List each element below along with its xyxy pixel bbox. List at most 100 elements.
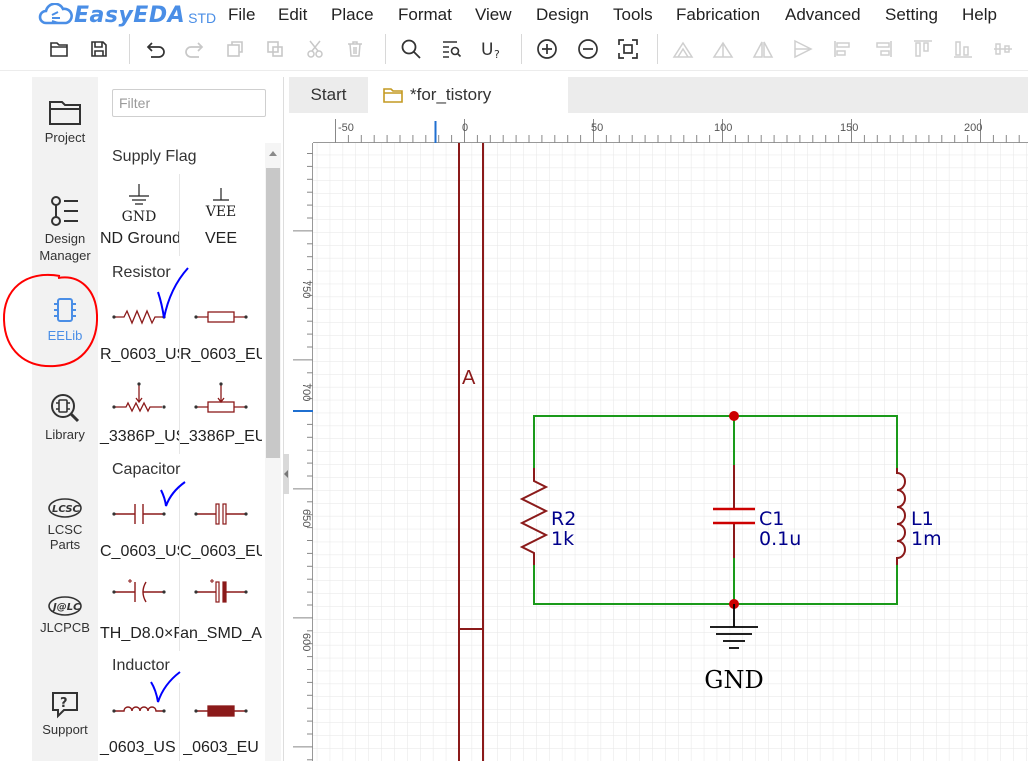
undo-icon [146,42,165,58]
align-right-button[interactable] [870,36,896,62]
copy-button[interactable] [222,36,248,62]
rotate-icon [672,41,694,58]
rail-lcsc-label-2: Parts [49,537,81,552]
menu-place[interactable]: Place [331,5,374,25]
menu-tools[interactable]: Tools [613,5,653,25]
part-pot-eu[interactable]: _3386P_EU [180,372,262,454]
ruler-left-label: 650 [300,509,312,527]
copy-icon [227,41,243,57]
filter-input[interactable] [112,89,266,117]
part-c-eu[interactable]: C_0603_EU [180,487,262,569]
menu-design[interactable]: Design [536,5,589,25]
potentiometer-eu-icon [194,382,248,413]
part-pot-us[interactable]: _3386P_US [98,372,180,454]
paste-button[interactable] [262,36,288,62]
r2-designator[interactable]: R2 [551,508,576,530]
flip-vertical-button[interactable] [790,36,816,62]
rail-design-manager[interactable]: Design Manager [32,195,98,264]
toolbar-separator [129,34,130,64]
menu-setting[interactable]: Setting [885,5,938,25]
junction-dot[interactable] [729,411,739,421]
fit-view-button[interactable] [615,36,641,62]
align-left-button[interactable] [830,36,856,62]
undo-button[interactable] [142,36,168,62]
svg-text:LCSC: LCSC [52,504,81,515]
zoom-in-button[interactable] [534,36,560,62]
menu-format[interactable]: Format [398,5,452,25]
panel-scrollbar[interactable] [265,143,281,761]
distribute-button[interactable] [990,36,1016,62]
part-gnd-label: ND Grounde [100,230,179,247]
potentiometer-us-icon [112,382,166,413]
search-icon [401,39,421,59]
l1-value[interactable]: 1m [911,528,942,550]
menu-fabrication[interactable]: Fabrication [676,5,760,25]
panel-scrollbar-thumb[interactable] [266,168,280,458]
toolbar-separator [521,34,522,64]
unit-button[interactable]: U? [479,36,505,62]
zoom-out-button[interactable] [575,36,601,62]
tab-for-tistory[interactable]: *for_tistory [368,77,568,113]
delete-button[interactable] [342,36,368,62]
part-cp-smd[interactable]: an_SMD_A [180,569,262,651]
align-bottom-button[interactable] [950,36,976,62]
save-button[interactable] [86,36,112,62]
menu-view[interactable]: View [475,5,512,25]
part-cp-smd-label: an_SMD_A [180,625,262,642]
rail-jlcpcb[interactable]: J@LC JLCPCB [32,595,98,635]
rail-design-manager-label-2: Manager [39,248,91,263]
menu-edit[interactable]: Edit [278,5,307,25]
part-l-eu[interactable]: _0603_EU [180,683,262,761]
category-supply-flag[interactable]: Supply Flag [112,148,197,166]
part-c-eu-label: C_0603_EU [180,543,262,560]
align-top-icon [914,40,932,57]
scroll-up-arrow-icon [269,151,277,156]
part-gnd[interactable]: GND ND Grounde [98,174,180,256]
search-button[interactable] [398,36,424,62]
rotate-ccw-button[interactable] [710,36,736,62]
flip-horizontal-button[interactable] [750,36,776,62]
ruler-left-label: 600 [300,633,312,651]
ruler-top-label: 50 [591,122,603,134]
c1-value[interactable]: 0.1u [759,528,801,550]
align-left-icon [834,41,850,57]
tab-start[interactable]: Start [289,77,368,113]
app-logo[interactable]: EasyEDA STD [38,0,216,30]
rail-project-label: Project [44,130,86,145]
eelib-panel: Supply Flag GND ND Grounde VEE VEE Resis… [98,77,284,761]
l1-designator[interactable]: L1 [911,508,934,530]
menu-file[interactable]: File [228,5,255,25]
list-search-icon [443,41,462,58]
design-manager-icon [51,196,78,226]
folder-icon [50,42,68,57]
part-l-us-label: _0603_US [100,739,176,756]
gnd-net-label[interactable]: GND [704,666,763,694]
schematic-canvas[interactable]: -50 0 50 100 150 200 750 700 650 600 A R… [289,113,1028,761]
find-list-button[interactable] [439,36,465,62]
part-vee[interactable]: VEE VEE [180,174,262,256]
rail-library[interactable]: Library [32,392,98,442]
tab-doc-label: *for_tistory [410,85,492,104]
part-r-eu-label: R_0603_EU [180,346,262,363]
c1-designator[interactable]: C1 [759,508,784,530]
rail-support[interactable]: ? Support [32,689,98,737]
menu-advanced[interactable]: Advanced [785,5,861,25]
rotate-button[interactable] [670,36,696,62]
part-cp-th-label: TH_D8.0×F [100,625,180,642]
ruler-left-label: 750 [300,280,312,298]
rail-project[interactable]: Project [32,97,98,145]
open-folder-button[interactable] [46,36,72,62]
cut-button[interactable] [302,36,328,62]
part-cp-th[interactable]: TH_D8.0×F [98,569,180,651]
svg-text:?: ? [494,48,500,60]
r2-value[interactable]: 1k [551,528,574,550]
menu-bar: EasyEDA STD File Edit Place Format View … [0,0,1028,30]
part-r-eu[interactable]: R_0603_EU [180,290,262,372]
frame-zone-label: A [462,367,476,389]
rail-jlcpcb-label: JLCPCB [40,620,90,635]
menu-help[interactable]: Help [962,5,997,25]
align-top-button[interactable] [910,36,936,62]
rail-lcsc-parts[interactable]: LCSC LCSC Parts [32,497,98,552]
redo-button[interactable] [182,36,208,62]
category-capacitor[interactable]: Capacitor [112,461,180,479]
